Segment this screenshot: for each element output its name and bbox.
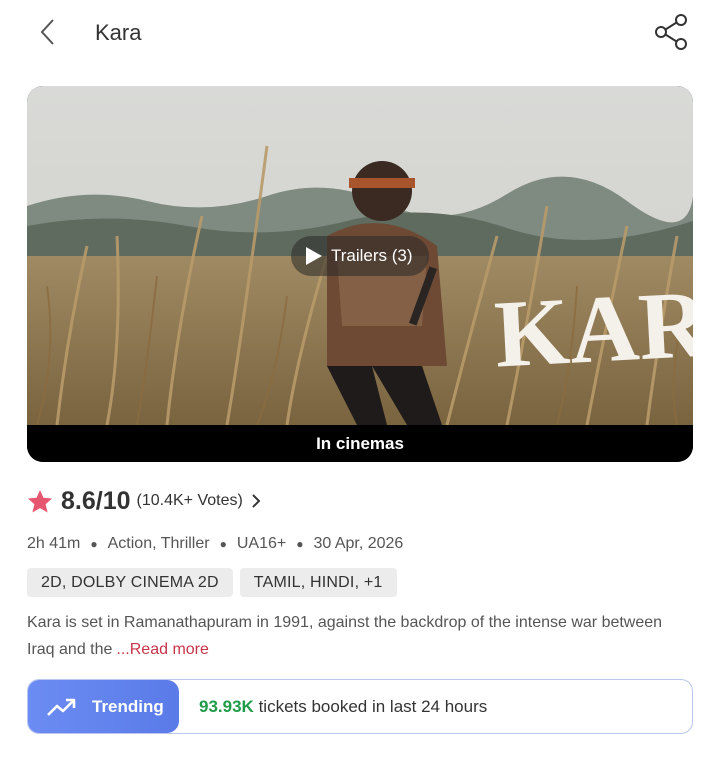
- movie-description: Kara is set in Ramanathapuram in 1991, a…: [27, 609, 693, 663]
- poster-title-art: KARA: [492, 266, 693, 388]
- certificate: UA16+: [236, 535, 287, 552]
- chevron-right-icon: [251, 493, 261, 509]
- duration: 2h 41m: [27, 535, 81, 552]
- rating-score: 8.6/10: [61, 486, 131, 515]
- separator-dot: ●: [296, 537, 304, 551]
- read-more-link[interactable]: ...Read more: [116, 641, 208, 658]
- tickets-caption: tickets booked in last 24 hours: [258, 696, 488, 716]
- tickets-count: 93.93K: [199, 696, 254, 716]
- share-icon: [655, 14, 687, 50]
- back-button[interactable]: [30, 14, 66, 50]
- play-icon: [306, 247, 322, 265]
- trailers-label: Trailers (3): [331, 246, 413, 265]
- language-tag[interactable]: TAMIL, HINDI, +1: [239, 568, 397, 597]
- movie-banner[interactable]: KARA Trailers (3) In cinemas: [27, 86, 693, 462]
- share-button[interactable]: [650, 12, 692, 52]
- rating-votes: (10.4K+ Votes): [136, 492, 243, 509]
- separator-dot: ●: [219, 537, 227, 551]
- separator-dot: ●: [90, 537, 98, 551]
- in-cinemas-label: In cinemas: [27, 425, 693, 462]
- page-title: Kara: [95, 20, 142, 45]
- release-date: 30 Apr, 2026: [313, 535, 404, 552]
- trending-badge: Trending: [28, 680, 179, 733]
- trending-up-icon: [47, 698, 76, 716]
- genres: Action, Thriller: [107, 535, 210, 552]
- format-tag: 2D, DOLBY CINEMA 2D: [27, 568, 233, 597]
- movie-meta: 2h 41m ● Action, Thriller ● UA16+ ● 30 A…: [27, 533, 403, 555]
- rating-row[interactable]: 8.6/10 (10.4K+ Votes): [27, 483, 261, 519]
- trending-banner[interactable]: Trending 93.93K tickets booked in last 2…: [27, 679, 693, 734]
- tag-list: 2D, DOLBY CINEMA 2D TAMIL, HINDI, +1: [27, 568, 397, 597]
- star-icon: [28, 489, 52, 512]
- trending-label: Trending: [92, 696, 164, 716]
- app-header: Kara: [0, 0, 720, 66]
- tickets-booked-text: 93.93K tickets booked in last 24 hours: [199, 697, 487, 717]
- trailers-button[interactable]: Trailers (3): [291, 236, 429, 276]
- chevron-left-icon: [40, 19, 54, 45]
